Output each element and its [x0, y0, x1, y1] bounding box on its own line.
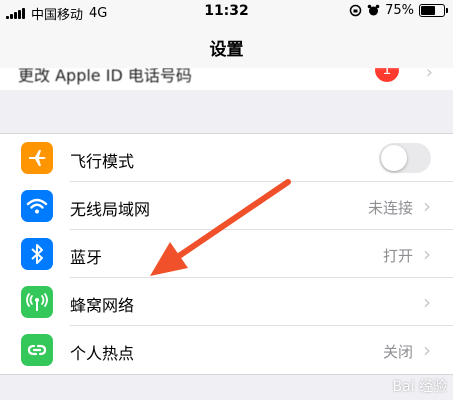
- airplane-icon: [21, 142, 53, 174]
- settings-row-cellular[interactable]: 蜂窝网络 ›: [0, 278, 453, 326]
- cellular-label: 蜂窝网络: [70, 296, 135, 315]
- watermark: Bai 经验: [392, 379, 447, 395]
- settings-row-bluetooth[interactable]: 蓝牙 打开 ›: [0, 230, 453, 278]
- bluetooth-status: 打开: [382, 247, 413, 265]
- bluetooth-label: 蓝牙: [70, 248, 103, 267]
- chevron-right-icon: ›: [423, 242, 431, 266]
- navbar-shade: [0, 60, 453, 70]
- hotspot-icon: [21, 334, 53, 366]
- chevron-right-icon: ›: [423, 290, 431, 314]
- airplane-mode-toggle[interactable]: [379, 143, 431, 173]
- status-right: 75%: [349, 3, 448, 18]
- chevron-right-icon: ›: [423, 338, 431, 362]
- settings-row-personal-hotspot[interactable]: 个人热点 关闭 ›: [0, 326, 453, 374]
- battery-percent: 75%: [385, 3, 414, 18]
- chevron-right-icon: ›: [423, 194, 431, 218]
- wifi-label: 无线局域网: [70, 200, 151, 219]
- status-bar: 中国移动 4G 11:32 75%: [0, 0, 453, 24]
- airplane-mode-label: 飞行模式: [70, 152, 135, 171]
- connectivity-settings-group: 飞行模式 无线局域网 未连接 › 蓝牙 打开 › 蜂窝网络 › 个人热点 关闭: [0, 133, 453, 375]
- alarm-icon: [367, 4, 380, 16]
- bluetooth-icon: [21, 238, 53, 270]
- settings-row-airplane-mode: 飞行模式: [0, 134, 453, 182]
- wifi-icon: [21, 190, 53, 222]
- cellular-icon: [21, 286, 53, 318]
- personal-hotspot-label: 个人热点: [70, 344, 135, 363]
- wifi-status: 未连接: [367, 199, 413, 217]
- toggle-knob: [381, 145, 407, 171]
- settings-row-wifi[interactable]: 无线局域网 未连接 ›: [0, 182, 453, 230]
- page-title: 设置: [209, 40, 244, 60]
- personal-hotspot-status: 关闭: [382, 343, 413, 361]
- battery-icon: [419, 4, 448, 17]
- rotation-lock-icon: [349, 4, 362, 17]
